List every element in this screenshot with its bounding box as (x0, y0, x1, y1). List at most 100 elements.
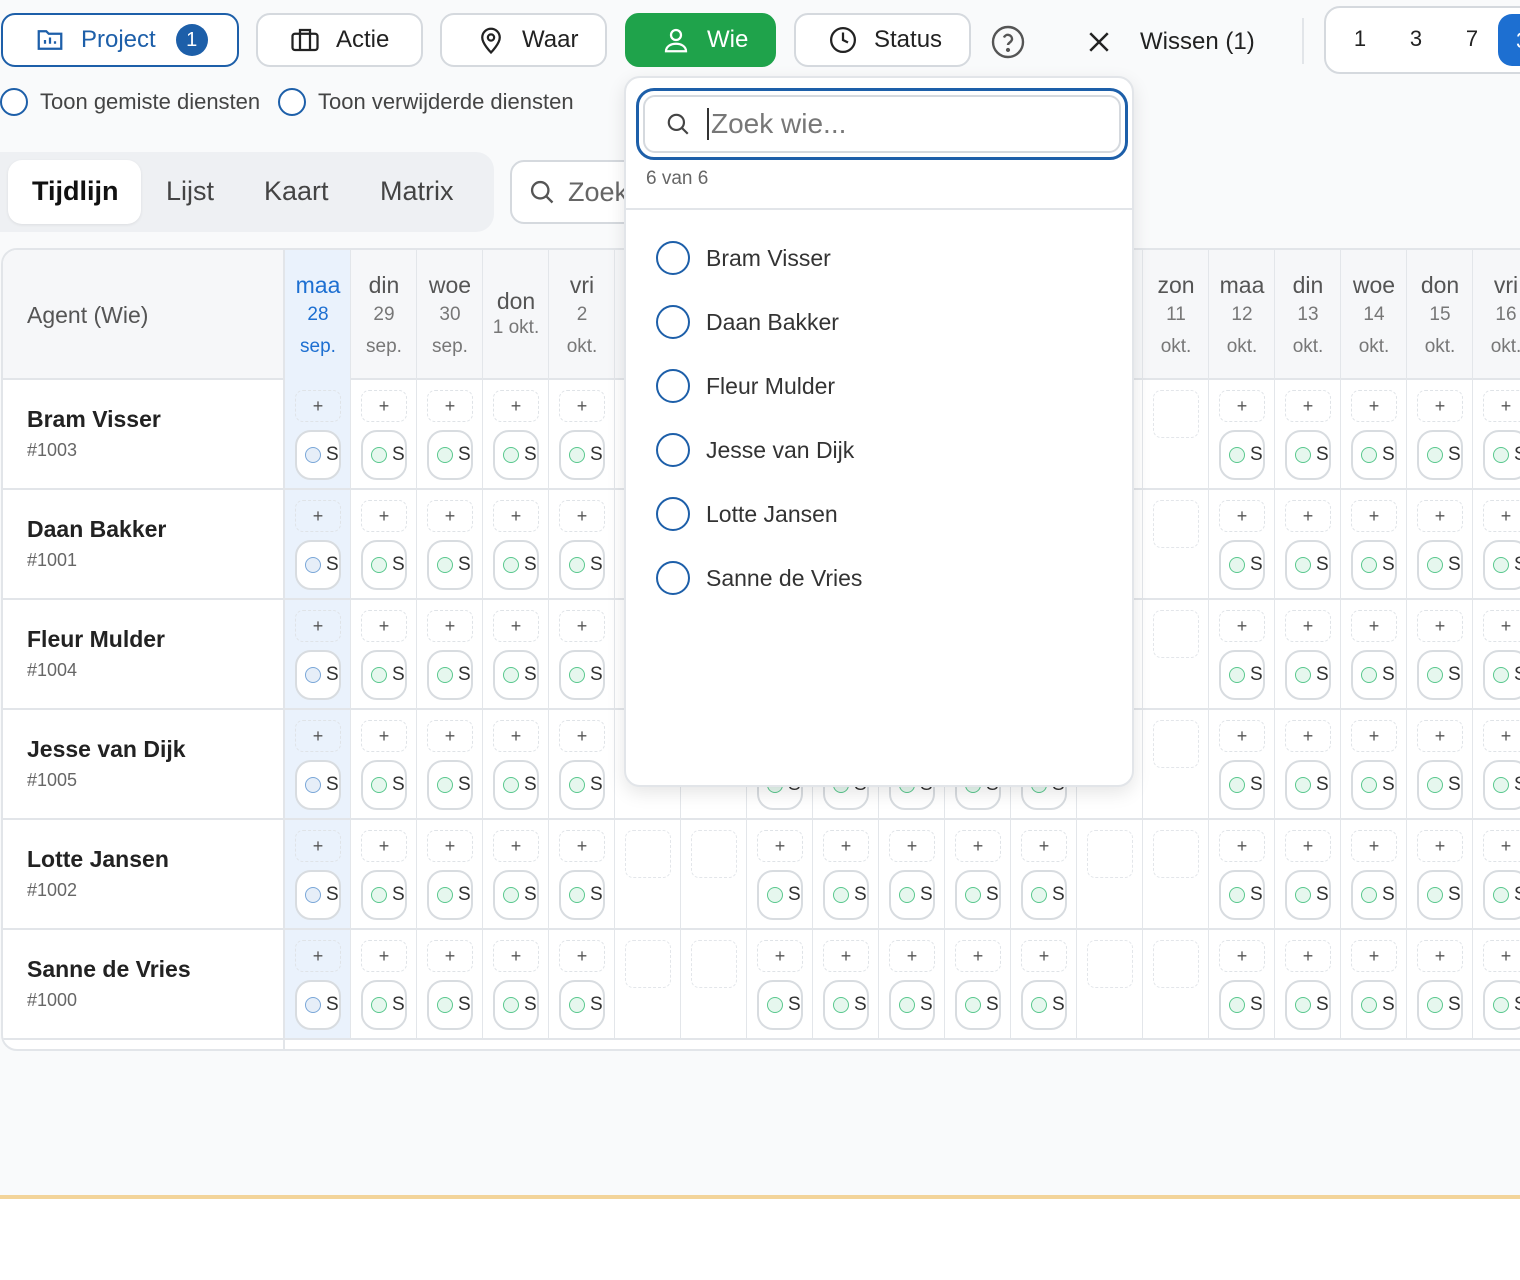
add-shift-button[interactable]: + (1285, 830, 1331, 862)
tab-tijdlijn[interactable]: Tijdlijn (8, 160, 141, 224)
shift-pill[interactable]: S (493, 430, 539, 480)
help-icon[interactable] (990, 24, 1026, 60)
shift-pill[interactable]: S (1285, 650, 1331, 700)
add-shift-button[interactable]: + (1285, 940, 1331, 972)
add-shift-button[interactable]: + (1351, 720, 1397, 752)
add-shift-button[interactable]: + (1483, 390, 1520, 422)
add-shift-button[interactable]: + (1219, 390, 1265, 422)
add-shift-button[interactable]: + (559, 940, 605, 972)
add-shift-button[interactable]: + (1285, 390, 1331, 422)
shift-pill[interactable]: S (427, 980, 473, 1030)
add-shift-button[interactable]: + (757, 830, 803, 862)
shift-pill[interactable]: S (493, 760, 539, 810)
tab-matrix[interactable]: Matrix (380, 176, 454, 207)
shift-pill[interactable]: S (1483, 650, 1520, 700)
shift-pill[interactable]: S (559, 760, 605, 810)
shift-pill[interactable]: S (295, 760, 341, 810)
shift-pill[interactable]: S (955, 870, 1001, 920)
shift-pill[interactable]: S (1219, 760, 1265, 810)
add-shift-button[interactable]: + (1285, 610, 1331, 642)
add-shift-button[interactable]: + (559, 390, 605, 422)
shift-pill[interactable]: S (1351, 430, 1397, 480)
shift-pill[interactable]: S (1483, 540, 1520, 590)
add-shift-button[interactable]: + (1021, 830, 1067, 862)
wie-search-field[interactable] (636, 88, 1128, 160)
add-shift-button[interactable]: + (1219, 500, 1265, 532)
wie-option[interactable]: Daan Bakker (656, 302, 839, 342)
toggle-missed-shifts[interactable]: Toon gemiste diensten (0, 88, 260, 116)
add-shift-button[interactable]: + (361, 830, 407, 862)
shift-pill[interactable]: S (1417, 980, 1463, 1030)
shift-pill[interactable]: S (427, 430, 473, 480)
shift-pill[interactable]: S (361, 760, 407, 810)
add-shift-button[interactable]: + (1417, 390, 1463, 422)
filter-wie-button[interactable]: Wie (625, 13, 776, 67)
add-shift-button[interactable]: + (361, 940, 407, 972)
shift-pill[interactable]: S (1417, 760, 1463, 810)
shift-pill[interactable]: S (361, 430, 407, 480)
shift-pill[interactable]: S (1483, 870, 1520, 920)
shift-pill[interactable]: S (823, 870, 869, 920)
add-shift-button[interactable]: + (427, 390, 473, 422)
shift-pill[interactable]: S (757, 980, 803, 1030)
shift-pill[interactable]: S (1219, 870, 1265, 920)
shift-pill[interactable]: S (427, 650, 473, 700)
shift-pill[interactable]: S (493, 980, 539, 1030)
filter-actie-button[interactable]: Actie (256, 13, 423, 67)
add-shift-button[interactable]: + (559, 610, 605, 642)
shift-pill[interactable]: S (427, 870, 473, 920)
add-shift-button[interactable]: + (1483, 940, 1520, 972)
wie-option-radio[interactable] (656, 433, 690, 467)
wie-option-radio[interactable] (656, 497, 690, 531)
shift-pill[interactable]: S (427, 540, 473, 590)
add-shift-button[interactable]: + (1417, 610, 1463, 642)
add-shift-button[interactable]: + (889, 830, 935, 862)
shift-pill[interactable]: S (493, 650, 539, 700)
add-shift-button[interactable]: + (1351, 830, 1397, 862)
add-shift-button[interactable]: + (295, 610, 341, 642)
shift-pill[interactable]: S (1483, 760, 1520, 810)
shift-pill[interactable]: S (493, 870, 539, 920)
range-option-1[interactable]: 1 (1348, 26, 1372, 52)
add-shift-button[interactable]: + (955, 940, 1001, 972)
add-shift-button[interactable]: + (955, 830, 1001, 862)
shift-pill[interactable]: S (1285, 980, 1331, 1030)
add-shift-button[interactable]: + (361, 500, 407, 532)
shift-pill[interactable]: S (295, 430, 341, 480)
add-shift-button[interactable]: + (823, 940, 869, 972)
add-shift-button[interactable]: + (1219, 830, 1265, 862)
shift-pill[interactable]: S (559, 430, 605, 480)
wie-option-radio[interactable] (656, 561, 690, 595)
shift-pill[interactable]: S (559, 980, 605, 1030)
shift-pill[interactable]: S (493, 540, 539, 590)
shift-pill[interactable]: S (361, 650, 407, 700)
radio-missed[interactable] (0, 88, 28, 116)
wie-option-radio[interactable] (656, 305, 690, 339)
shift-pill[interactable]: S (361, 540, 407, 590)
shift-pill[interactable]: S (1219, 430, 1265, 480)
filter-status-button[interactable]: Status (794, 13, 971, 67)
wie-option[interactable]: Sanne de Vries (656, 558, 862, 598)
add-shift-button[interactable]: + (427, 500, 473, 532)
range-option-3[interactable]: 3 (1404, 26, 1428, 52)
shift-pill[interactable]: S (1351, 980, 1397, 1030)
toggle-deleted-shifts[interactable]: Toon verwijderde diensten (278, 88, 574, 116)
add-shift-button[interactable]: + (1219, 610, 1265, 642)
add-shift-button[interactable]: + (295, 830, 341, 862)
shift-pill[interactable]: S (1351, 540, 1397, 590)
add-shift-button[interactable]: + (493, 610, 539, 642)
add-shift-button[interactable]: + (559, 720, 605, 752)
shift-pill[interactable]: S (1483, 980, 1520, 1030)
add-shift-button[interactable]: + (559, 830, 605, 862)
wie-option-radio[interactable] (656, 241, 690, 275)
shift-pill[interactable]: S (295, 650, 341, 700)
add-shift-button[interactable]: + (427, 830, 473, 862)
shift-pill[interactable]: S (427, 760, 473, 810)
add-shift-button[interactable]: + (1351, 610, 1397, 642)
wie-search-input[interactable] (707, 108, 1087, 140)
shift-pill[interactable]: S (1285, 870, 1331, 920)
shift-pill[interactable]: S (1351, 870, 1397, 920)
shift-pill[interactable]: S (1285, 760, 1331, 810)
shift-pill[interactable]: S (1285, 430, 1331, 480)
shift-pill[interactable]: S (1021, 870, 1067, 920)
